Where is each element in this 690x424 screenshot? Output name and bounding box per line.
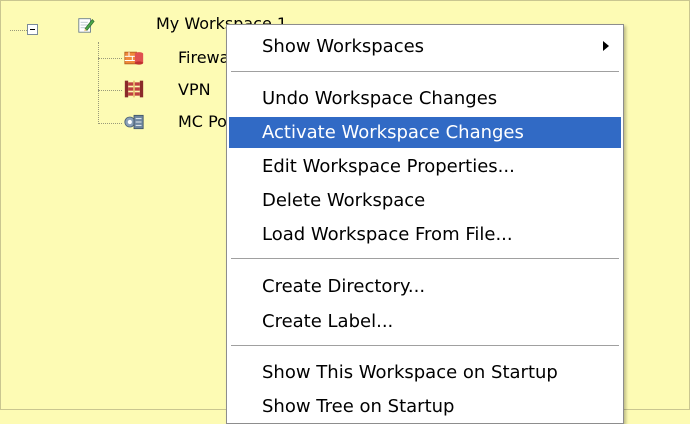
menu-item-edit-workspace-properties[interactable]: Edit Workspace Properties... [229, 151, 621, 182]
menu-item-activate-workspace-changes[interactable]: Activate Workspace Changes [229, 117, 621, 148]
tree-connector [98, 123, 122, 124]
menu-item-load-workspace-from-file[interactable]: Load Workspace From File... [229, 219, 621, 250]
tree-connector [10, 30, 27, 31]
menu-item-label: Load Workspace From File... [262, 224, 513, 245]
menu-item-undo-workspace-changes[interactable]: Undo Workspace Changes [229, 83, 621, 114]
workspace-edit-icon [78, 18, 95, 33]
context-menu: Show Workspaces Undo Workspace Changes A… [226, 24, 624, 424]
tree-connector [98, 42, 99, 124]
menu-item-label: Create Label... [262, 311, 394, 332]
menu-item-show-workspaces[interactable]: Show Workspaces [229, 31, 621, 62]
tree-connector [98, 58, 122, 59]
menu-separator [231, 258, 619, 260]
menu-separator [231, 71, 619, 73]
menu-item-label: Undo Workspace Changes [262, 88, 498, 109]
menu-separator [231, 345, 619, 347]
menu-item-label: Show Workspaces [262, 36, 425, 57]
submenu-arrow-icon [603, 41, 609, 51]
menu-item-delete-workspace[interactable]: Delete Workspace [229, 185, 621, 216]
tree-connector [98, 90, 122, 91]
mc-policy-icon [124, 114, 144, 130]
menu-item-label: Delete Workspace [262, 190, 426, 211]
menu-item-label: Activate Workspace Changes [262, 122, 524, 143]
menu-item-create-label[interactable]: Create Label... [229, 306, 621, 337]
vpn-icon [124, 80, 144, 98]
menu-item-label: Show This Workspace on Startup [262, 362, 558, 383]
tree-item-label: VPN [178, 80, 211, 99]
workspace-tree: My Workspace 1 Firewall VPN MC Policy [0, 0, 287, 160]
collapse-toggle[interactable] [27, 24, 38, 35]
menu-item-label: Show Tree on Startup [262, 396, 455, 417]
menu-item-create-directory[interactable]: Create Directory... [229, 271, 621, 302]
firewall-icon [124, 51, 144, 65]
menu-item-label: Create Directory... [262, 276, 426, 297]
menu-item-show-tree-on-startup[interactable]: Show Tree on Startup [229, 391, 621, 422]
menu-item-label: Edit Workspace Properties... [262, 156, 515, 177]
menu-item-show-workspace-on-startup[interactable]: Show This Workspace on Startup [229, 357, 621, 388]
